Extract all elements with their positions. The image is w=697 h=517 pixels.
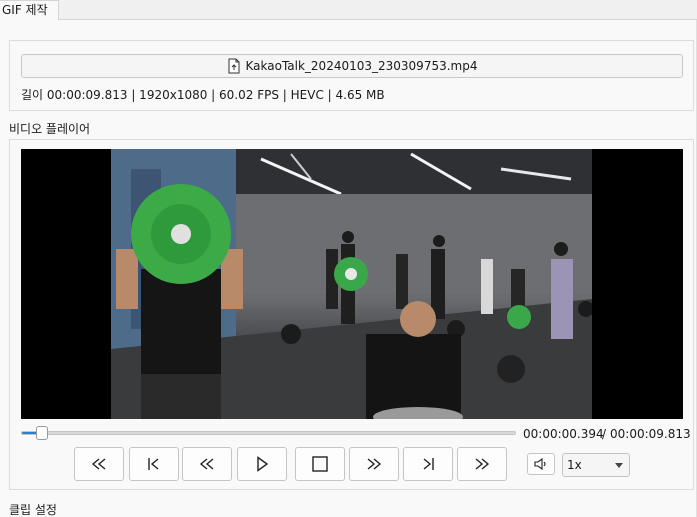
video-frame <box>111 149 592 419</box>
speed-value: 1x <box>567 458 582 472</box>
play-icon <box>257 456 269 472</box>
skip-forward-far-button[interactable] <box>457 447 507 481</box>
fast-forward-button[interactable] <box>349 447 399 481</box>
file-group: KakaoTalk_20240103_230309753.mp4 길이 00:0… <box>9 40 694 111</box>
seek-bar[interactable] <box>21 426 516 440</box>
file-icon <box>228 58 239 74</box>
video-display[interactable] <box>21 149 683 419</box>
clip-settings-label: 클립 설정 <box>9 503 57 517</box>
rewind-button[interactable] <box>182 447 232 481</box>
double-left-icon <box>199 458 214 470</box>
tab-gif-maker[interactable]: GIF 제작 <box>0 0 59 20</box>
open-file-button[interactable]: KakaoTalk_20240103_230309753.mp4 <box>21 54 683 78</box>
skip-start-icon <box>148 458 159 470</box>
stop-icon <box>312 456 328 472</box>
skip-back-far-button[interactable] <box>74 447 124 481</box>
double-right-icon <box>475 458 490 470</box>
skip-end-icon <box>423 458 434 470</box>
volume-button[interactable] <box>527 453 555 475</box>
speed-select[interactable]: 1x <box>562 453 630 477</box>
file-info: 길이 00:00:09.813 | 1920x1080 | 60.02 FPS … <box>21 88 385 102</box>
speaker-icon <box>534 457 546 471</box>
video-player-group: 00:00:00.394 / 00:00:09.813 1x <box>9 139 694 490</box>
tab-label: GIF 제작 <box>2 3 48 17</box>
double-right-icon <box>367 458 382 470</box>
file-name: KakaoTalk_20240103_230309753.mp4 <box>245 59 478 73</box>
go-to-start-button[interactable] <box>129 447 179 481</box>
video-still-image <box>111 149 592 419</box>
stop-button[interactable] <box>295 447 345 481</box>
go-to-end-button[interactable] <box>403 447 453 481</box>
tab-bar: GIF 제작 <box>0 0 697 20</box>
current-time: 00:00:00.394 <box>523 427 604 441</box>
total-time: 00:00:09.813 <box>610 427 691 441</box>
double-left-icon <box>91 458 106 470</box>
seek-handle[interactable] <box>35 426 48 440</box>
time-separator: / <box>602 427 607 441</box>
play-button[interactable] <box>237 447 287 481</box>
chevron-down-icon <box>615 463 623 468</box>
video-player-label: 비디오 플레이어 <box>9 122 91 136</box>
